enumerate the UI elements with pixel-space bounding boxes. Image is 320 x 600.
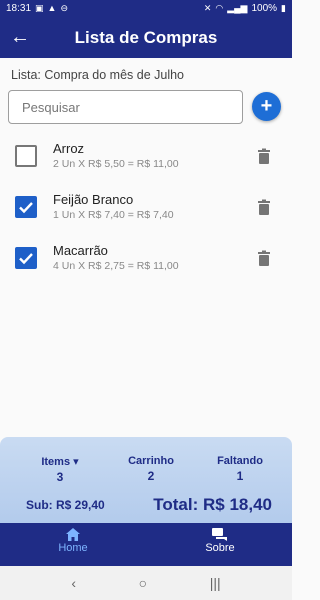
page-title: Lista de Compras: [74, 27, 218, 47]
gallery-icon: ▣: [35, 3, 44, 13]
system-back-icon[interactable]: ‹: [71, 575, 76, 591]
item-name: Feijão Branco: [53, 192, 134, 207]
wifi-icon: ◠: [215, 3, 224, 13]
back-arrow-icon[interactable]: ←: [0, 17, 40, 58]
list-item[interactable]: Macarrão 4 Un X R$ 2,75 = R$ 11,00: [0, 236, 292, 287]
trash-icon[interactable]: [257, 199, 271, 215]
item-detail: 1 Un X R$ 7,40 = R$ 7,40: [53, 209, 174, 221]
home-icon: [66, 528, 80, 541]
summary-panel: Items ▾ 3 Carrinho 2 Faltando 1 Sub: R$ …: [0, 437, 292, 523]
missing-summary: Faltando 1: [210, 455, 270, 483]
item-name: Arroz: [53, 141, 85, 156]
nav-about-label: Sobre: [205, 542, 235, 554]
battery-icon: ▮: [281, 3, 286, 13]
system-navigation-bar: ‹ ○ |||: [0, 566, 292, 600]
checkbox-checked-icon[interactable]: [15, 196, 37, 218]
notification-icon: ▲: [47, 3, 57, 13]
mute-icon: ✕: [203, 3, 212, 13]
do-not-disturb-icon: ⊖: [60, 3, 69, 13]
nav-about[interactable]: Sobre: [180, 528, 260, 554]
nav-home-label: Home: [58, 542, 88, 554]
list-item[interactable]: Feijão Branco 1 Un X R$ 7,40 = R$ 7,40: [0, 185, 292, 236]
items-filter[interactable]: Items ▾ 3: [30, 455, 90, 484]
items-count: 3: [56, 470, 64, 484]
battery-level: 100%: [251, 3, 278, 14]
shopping-list: Arroz 2 Un X R$ 5,50 = R$ 11,00 Feijão B…: [0, 134, 292, 287]
checkbox-checked-icon[interactable]: [15, 247, 37, 269]
list-name: Lista: Compra do mês de Julho: [11, 68, 185, 82]
subtotal: Sub: R$ 29,40: [26, 498, 105, 512]
status-bar: 18:31 ▣ ▲ ⊖ ✕ ◠ ▂▄▆ 100% ▮: [0, 0, 292, 17]
system-recents-icon[interactable]: |||: [210, 575, 221, 591]
item-detail: 4 Un X R$ 2,75 = R$ 11,00: [53, 260, 179, 272]
missing-count: 1: [236, 469, 244, 483]
chat-icon: [212, 528, 227, 541]
list-item[interactable]: Arroz 2 Un X R$ 5,50 = R$ 11,00: [0, 134, 292, 185]
signal-icon: ▂▄▆: [227, 3, 248, 13]
item-detail: 2 Un X R$ 5,50 = R$ 11,00: [53, 158, 179, 170]
trash-icon[interactable]: [257, 250, 271, 266]
item-name: Macarrão: [53, 243, 108, 258]
cart-count: 2: [147, 469, 155, 483]
cart-label: Carrinho: [128, 455, 174, 467]
missing-label: Faltando: [217, 455, 263, 467]
search-input[interactable]: Pesquisar: [8, 90, 243, 124]
bottom-navigation: Home Sobre: [0, 523, 292, 566]
items-label: Items ▾: [41, 456, 79, 468]
clock: 18:31: [6, 3, 32, 14]
checkbox-unchecked-icon[interactable]: [15, 145, 37, 167]
add-item-button[interactable]: +: [252, 92, 281, 121]
cart-summary: Carrinho 2: [121, 455, 181, 483]
trash-icon[interactable]: [257, 148, 271, 164]
app-bar: ← Lista de Compras: [0, 17, 292, 58]
nav-home[interactable]: Home: [33, 528, 113, 554]
system-home-icon[interactable]: ○: [139, 575, 147, 591]
total: Total: R$ 18,40: [153, 495, 272, 514]
